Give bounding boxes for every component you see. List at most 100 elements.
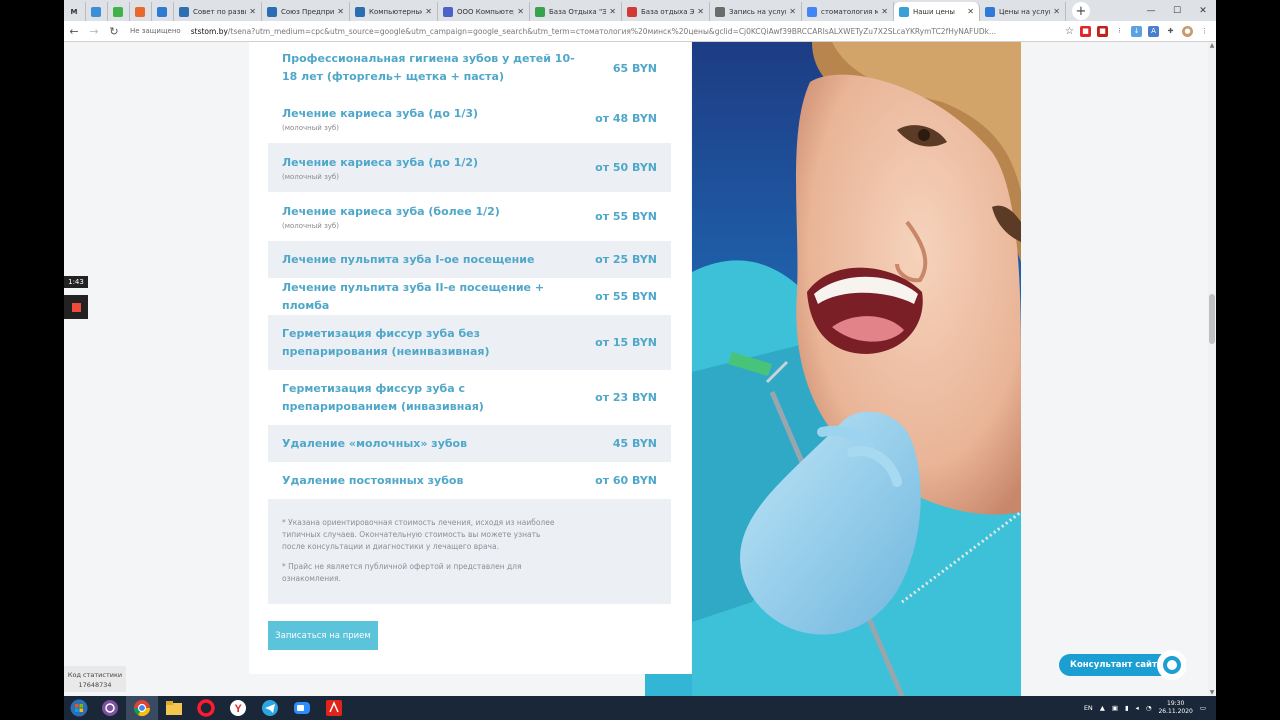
browser-tab-strip: MСовет по развит✕Союз Предприни✕Компьюте… xyxy=(64,0,1216,21)
tab-favicon-icon xyxy=(899,6,909,17)
tab-favicon-icon xyxy=(715,6,725,17)
tray-network-icon[interactable]: ◔ xyxy=(1146,704,1152,712)
service-name: Лечение пульпита зуба I-ое посещение xyxy=(282,252,535,266)
tab-favicon-icon xyxy=(91,6,101,17)
browser-tab[interactable]: ООО Компьютер ✕ xyxy=(438,2,530,21)
browser-tab[interactable]: Совет по развит✕ xyxy=(174,2,262,21)
price-row: Удаление постоянных зубов от 60 BYN xyxy=(268,462,671,499)
recorder-stop-button[interactable] xyxy=(64,295,88,319)
browser-tab[interactable]: База отдыха Эл ✕ xyxy=(622,2,710,21)
book-appointment-button[interactable]: Записаться на прием xyxy=(268,621,378,650)
extensions-bar: ☆ ■ ■ ⁝ ↓ A ✚ ● ⋮ xyxy=(1065,25,1216,37)
puzzle-icon[interactable]: ✚ xyxy=(1165,26,1176,37)
url-field[interactable]: ststom.by/tsena?utm_medium=cpc&utm_sourc… xyxy=(191,27,1001,36)
viber-icon[interactable] xyxy=(94,696,126,720)
windows-start-button[interactable] xyxy=(64,696,94,720)
browser-tab[interactable]: Запись на услуг ✕ xyxy=(710,2,802,21)
tab-title: База Отдыха "Э xyxy=(549,7,607,16)
child-dentist-illustration xyxy=(692,42,1021,696)
browser-tab[interactable] xyxy=(130,2,152,21)
scroll-up-icon[interactable]: ▲ xyxy=(1208,42,1216,49)
browser-tab[interactable]: Компьютерные к✕ xyxy=(350,2,438,21)
tab-close-icon[interactable]: ✕ xyxy=(337,7,344,16)
pdf-extension-icon[interactable]: ■ xyxy=(1097,25,1108,37)
service-cell: Лечение пульпита зуба II-е посещение + п… xyxy=(282,279,577,315)
service-cell: Герметизация фиссур зуба без препарирова… xyxy=(282,325,577,361)
service-cell: Лечение кариеса зуба (до 1/2) (молочный з… xyxy=(282,154,577,182)
price-note-offer: * Прайс не является публичной офертой и … xyxy=(282,562,522,583)
tray-arrow-icon[interactable]: ▲ xyxy=(1100,704,1105,712)
tab-title: Союз Предприни xyxy=(281,7,335,16)
opera-icon[interactable] xyxy=(190,696,222,720)
scroll-down-icon[interactable]: ▼ xyxy=(1208,689,1216,696)
new-tab-button[interactable]: + xyxy=(1072,2,1090,20)
security-label[interactable]: Не защищено xyxy=(130,27,181,35)
browser-tab[interactable] xyxy=(152,2,174,21)
tab-close-icon[interactable]: ✕ xyxy=(249,7,256,16)
tab-close-icon[interactable]: ✕ xyxy=(609,7,616,16)
yandex-icon[interactable]: Y xyxy=(222,696,254,720)
back-icon[interactable]: ← xyxy=(64,25,84,38)
tab-close-icon[interactable]: ✕ xyxy=(789,7,796,16)
address-bar: ← → ↻ Не защищено ststom.by/tsena?utm_me… xyxy=(64,21,1216,42)
language-indicator[interactable]: EN xyxy=(1084,704,1093,712)
tab-close-icon[interactable]: ✕ xyxy=(517,7,524,16)
tray-volume-icon[interactable]: ◂ xyxy=(1136,704,1139,712)
tab-close-icon[interactable]: ✕ xyxy=(967,7,974,16)
browser-tab[interactable] xyxy=(86,2,108,21)
service-note: (молочный зуб) xyxy=(282,172,339,181)
tray-usb-icon[interactable]: ▣ xyxy=(1112,704,1118,712)
browser-menu-icon[interactable]: ⋮ xyxy=(1199,26,1210,37)
tab-close-icon[interactable]: ✕ xyxy=(1053,7,1060,16)
file-explorer-icon[interactable] xyxy=(158,696,190,720)
browser-tab[interactable]: База Отдыха "Э ✕ xyxy=(530,2,622,21)
zoom-icon[interactable] xyxy=(286,696,318,720)
translate-icon[interactable]: A xyxy=(1148,25,1159,37)
tab-title: Наши цены xyxy=(913,7,955,16)
service-cell: Лечение кариеса зуба (более 1/2) (молочны… xyxy=(282,203,577,231)
service-note: (молочный зуб) xyxy=(282,221,339,230)
scrollbar-thumb[interactable] xyxy=(1209,294,1215,344)
service-price: 65 BYN xyxy=(612,61,657,75)
browser-tab[interactable]: Наши цены ✕ xyxy=(894,2,980,21)
telegram-icon[interactable] xyxy=(254,696,286,720)
site-consultant-button[interactable]: Консультант сайта xyxy=(1059,650,1187,680)
browser-tab[interactable]: Цены на услуги✕ xyxy=(980,2,1066,21)
tray-battery-icon[interactable]: ▮ xyxy=(1125,704,1129,712)
taskbar-clock[interactable]: 19:30 26.11.2020 xyxy=(1158,700,1192,716)
download-icon[interactable]: ↓ xyxy=(1131,25,1142,37)
minimize-icon[interactable]: — xyxy=(1138,0,1164,21)
tab-close-icon[interactable]: ✕ xyxy=(881,7,888,16)
page-scrollbar[interactable]: ▲ ▼ xyxy=(1208,42,1216,696)
reload-icon[interactable]: ↻ xyxy=(104,25,124,38)
price-row: Профессиональная гигиена зубов у детей 1… xyxy=(268,42,671,94)
web-page: Профессиональная гигиена зубов у детей 1… xyxy=(64,42,1208,696)
service-price: от 50 BYN xyxy=(595,161,657,174)
tab-close-icon[interactable]: ✕ xyxy=(697,7,704,16)
system-tray: EN ▲ ▣ ▮ ◂ ◔ 19:30 26.11.2020 ▭ xyxy=(1084,700,1216,716)
notifications-icon[interactable]: ▭ xyxy=(1200,704,1206,712)
browser-tab[interactable] xyxy=(108,2,130,21)
close-window-icon[interactable]: ✕ xyxy=(1190,0,1216,21)
browser-tab[interactable]: M xyxy=(64,2,86,21)
stat-counter[interactable]: Код статистики 17648734 xyxy=(64,666,126,692)
tab-title: База отдыха Эл xyxy=(641,7,695,16)
adblock-icon[interactable]: ■ xyxy=(1080,25,1091,37)
forward-icon[interactable]: → xyxy=(84,25,104,38)
bookmark-star-icon[interactable]: ☆ xyxy=(1065,26,1074,37)
tab-close-icon[interactable]: ✕ xyxy=(425,7,432,16)
profile-avatar-icon[interactable]: ● xyxy=(1182,25,1193,37)
menu-dots-small-icon[interactable]: ⁝ xyxy=(1114,26,1125,37)
service-price: от 60 BYN xyxy=(595,474,657,487)
service-name: Лечение кариеса зуба (до 1/2) xyxy=(282,155,479,169)
service-name: Лечение пульпита зуба II-е посещение + п… xyxy=(282,280,545,312)
chrome-icon[interactable] xyxy=(126,696,158,720)
service-note: (молочный зуб) xyxy=(282,123,339,132)
windows-taskbar: Y EN ▲ ▣ ▮ ◂ ◔ 19:30 26.11.2020 ▭ xyxy=(64,696,1216,720)
browser-tab[interactable]: Союз Предприни✕ xyxy=(262,2,350,21)
tab-favicon-icon xyxy=(627,6,637,17)
browser-tab[interactable]: стоматология м ✕ xyxy=(802,2,894,21)
stat-counter-title: Код статистики xyxy=(67,671,123,679)
acrobat-icon[interactable] xyxy=(318,696,350,720)
maximize-icon[interactable]: ☐ xyxy=(1164,0,1190,21)
